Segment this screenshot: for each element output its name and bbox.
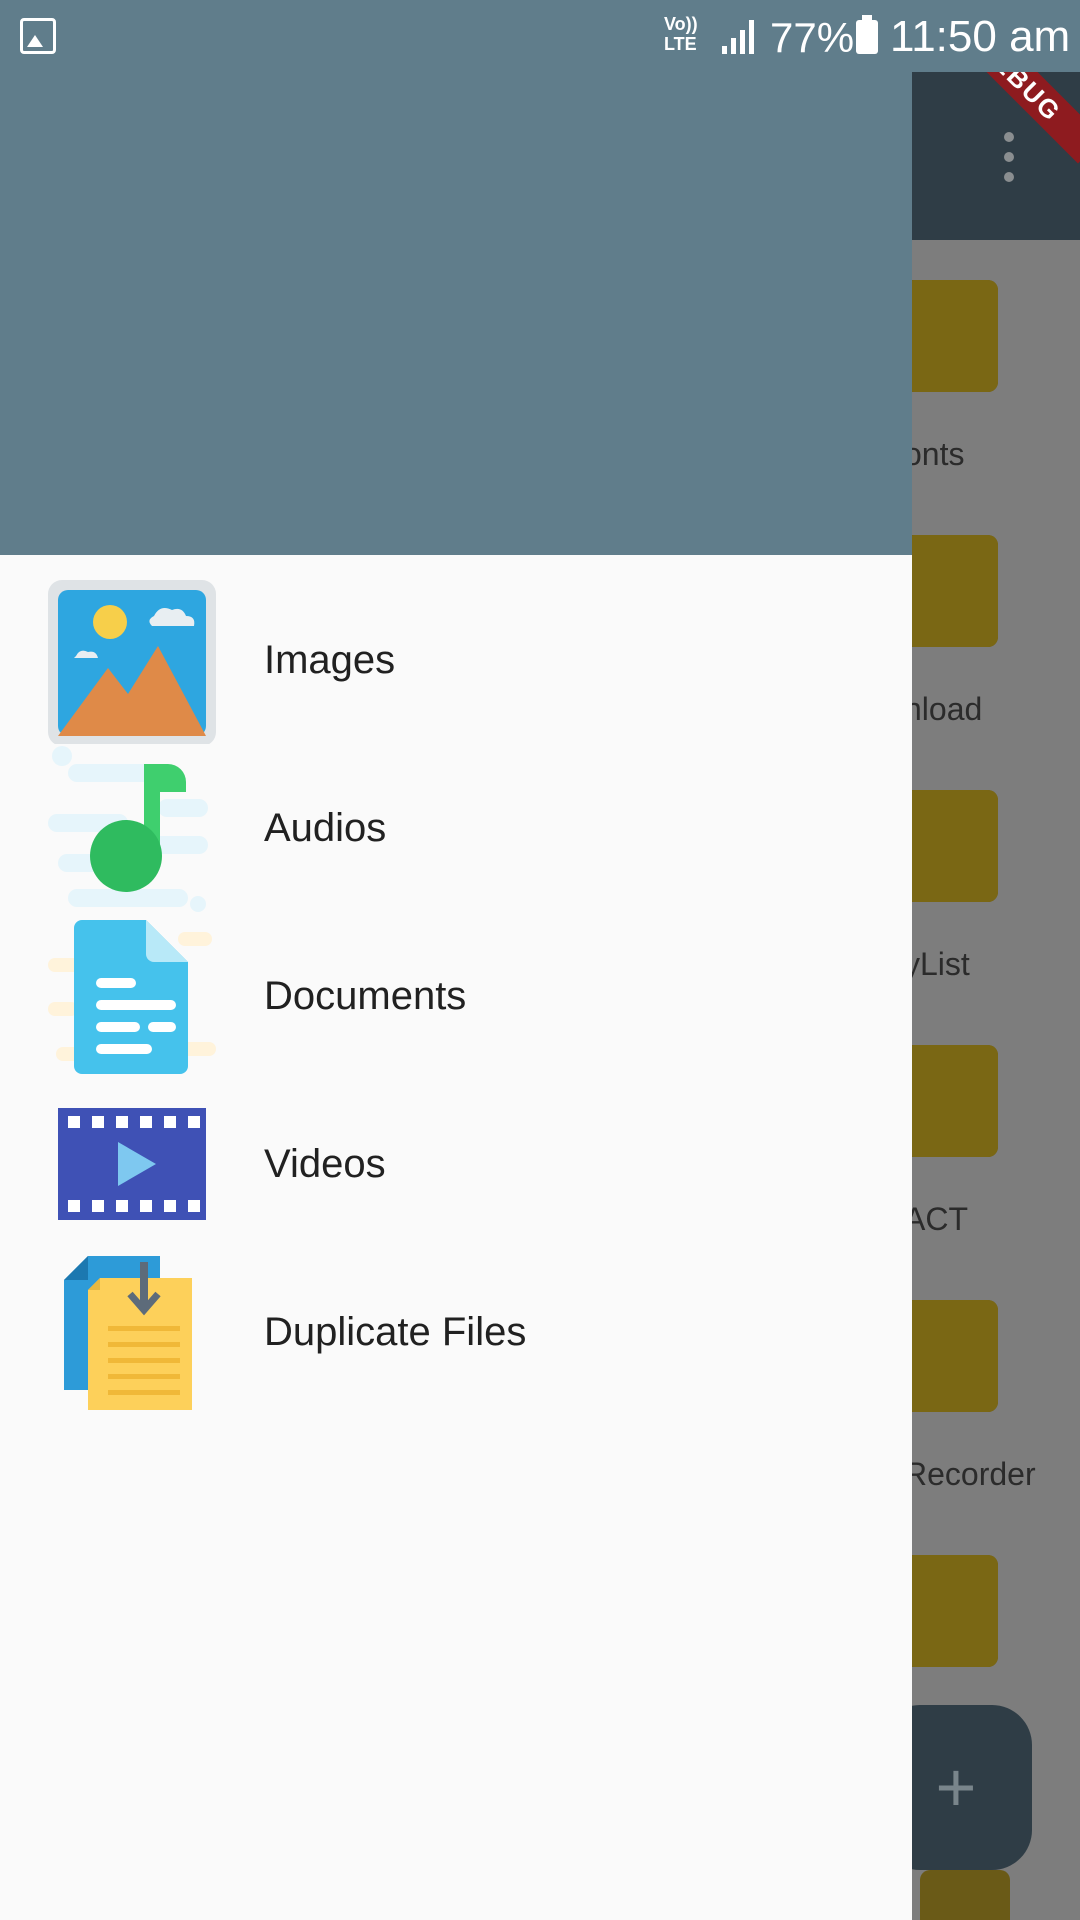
folder-icon[interactable] bbox=[920, 1870, 1010, 1920]
signal-icon bbox=[722, 18, 758, 54]
battery-percent: 77% bbox=[770, 14, 855, 61]
drawer-header bbox=[0, 0, 912, 555]
folder-label[interactable]: yList bbox=[904, 946, 970, 983]
gallery-notification-icon bbox=[20, 18, 56, 54]
document-icon bbox=[48, 920, 216, 1074]
folder-label[interactable]: onts bbox=[904, 436, 964, 473]
drawer-item-label: Duplicate Files bbox=[264, 1310, 527, 1354]
drawer-item-label: Videos bbox=[264, 1142, 386, 1186]
drawer-item-label: Audios bbox=[264, 806, 387, 850]
overflow-menu-icon[interactable] bbox=[984, 128, 1032, 188]
drawer-item-audios[interactable]: Audios bbox=[0, 744, 912, 912]
drawer-item-images[interactable]: Images bbox=[0, 576, 912, 744]
duplicate-files-icon bbox=[64, 1256, 192, 1410]
drawer-item-videos[interactable]: Videos bbox=[0, 1080, 912, 1248]
drawer-item-label: Documents bbox=[264, 974, 467, 1018]
status-bar: Vo)) LTE 77% 11:50 am bbox=[0, 0, 1080, 72]
film-strip-icon bbox=[58, 1108, 206, 1220]
folder-label[interactable]: nload bbox=[904, 691, 982, 728]
volte-icon: Vo)) LTE bbox=[664, 14, 698, 54]
music-note-icon bbox=[48, 746, 208, 912]
folder-label[interactable]: Recorder bbox=[904, 1456, 1036, 1493]
drawer-item-documents[interactable]: Documents bbox=[0, 912, 912, 1080]
clock: 11:50 am bbox=[890, 12, 1071, 61]
drawer-item-label: Images bbox=[264, 638, 396, 682]
folder-label[interactable]: ACT bbox=[904, 1201, 968, 1238]
image-gallery-icon bbox=[48, 580, 216, 744]
navigation-drawer: Images Audios Documents Videos Duplicate… bbox=[0, 0, 912, 1920]
battery-icon bbox=[856, 15, 878, 54]
drawer-item-duplicate-files[interactable]: Duplicate Files bbox=[0, 1248, 912, 1416]
